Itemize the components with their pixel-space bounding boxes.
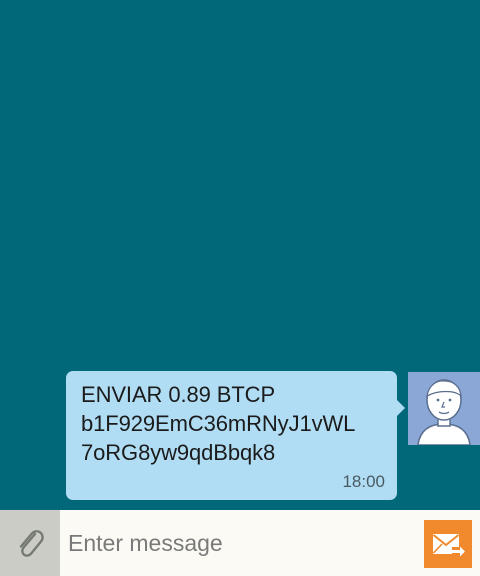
avatar[interactable] — [408, 372, 480, 445]
user-avatar-icon — [417, 379, 471, 445]
attach-button[interactable] — [0, 510, 60, 576]
message-text: ENVIAR 0.89 BTCP b1F929EmC36mRNyJ1vWL 7o… — [81, 382, 356, 465]
message-timestamp: 18:00 — [342, 472, 385, 491]
send-button[interactable] — [424, 520, 472, 568]
message-input-bar — [0, 510, 480, 576]
paperclip-icon — [19, 530, 44, 557]
message-input[interactable] — [68, 522, 408, 564]
envelope-send-icon — [432, 534, 465, 557]
chat-area[interactable]: ENVIAR 0.89 BTCP b1F929EmC36mRNyJ1vWL 7o… — [0, 0, 480, 510]
message-bubble[interactable]: ENVIAR 0.89 BTCP b1F929EmC36mRNyJ1vWL 7o… — [66, 371, 405, 500]
